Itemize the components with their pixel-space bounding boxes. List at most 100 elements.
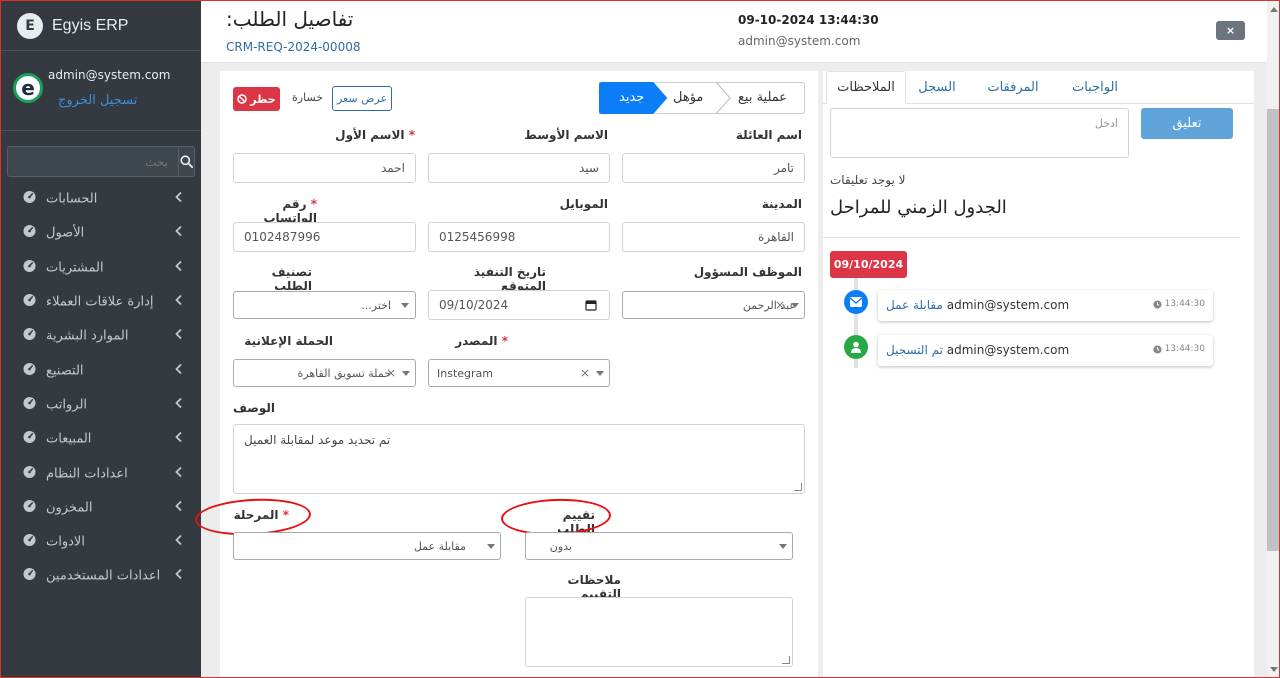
chevron-left-icon — [175, 534, 182, 550]
mobile-input[interactable]: 0125456998 — [428, 222, 610, 252]
scroll-up-arrow[interactable] — [1267, 3, 1279, 15]
comment-button[interactable]: تعليق — [1141, 108, 1233, 139]
source-select[interactable]: Instegram × — [428, 359, 610, 387]
sidebar-item[interactable]: الادوات — [1, 525, 201, 559]
rating-value: بدون — [549, 539, 572, 553]
sidebar-item-label: الموارد البشرية — [46, 328, 129, 344]
timeline-link[interactable]: مقابلة عمل — [886, 298, 943, 312]
whatsapp-input[interactable]: 0102487996 — [233, 222, 416, 252]
clock-icon — [1153, 299, 1162, 309]
sidebar-item[interactable]: الرواتب — [1, 388, 201, 422]
classification-value: اختر... — [361, 298, 391, 312]
sidebar-item[interactable]: المبيعات — [1, 422, 201, 456]
block-label: حظر — [250, 92, 276, 106]
close-button[interactable]: × — [1216, 21, 1245, 40]
sidebar-item[interactable]: المشتريات — [1, 251, 201, 285]
chevron-left-icon — [175, 260, 182, 275]
stage-select[interactable]: مقابلة عمل — [233, 532, 501, 560]
stage-sale[interactable]: عملية بيع — [738, 90, 787, 105]
timeline-user: admin@system.com — [946, 343, 1070, 357]
loss-button[interactable]: خسارة — [292, 91, 323, 104]
search-input[interactable] — [7, 146, 179, 177]
scrollbar-thumb[interactable] — [1267, 109, 1279, 551]
family-name-input[interactable]: تامر — [622, 153, 805, 183]
app-window: E Egyis ERP e admin@system.com تسجيل الخ… — [0, 0, 1280, 678]
chevron-down-icon — [487, 544, 495, 549]
rating-select[interactable]: بدون — [525, 532, 793, 560]
dashboard-icon — [23, 534, 36, 551]
clear-icon[interactable]: × — [580, 366, 590, 380]
rating-notes-textarea[interactable] — [525, 597, 793, 667]
resize-handle[interactable] — [782, 656, 790, 664]
sidebar-item-label: اعدادات النظام — [46, 466, 128, 482]
expected-date-label: تاريخ التنفيذ المتوقع — [473, 265, 546, 293]
timeline-time: 13:44:30 — [1153, 344, 1205, 354]
sidebar-item[interactable]: الأصول — [1, 216, 201, 250]
brand-name: Egyis ERP — [52, 16, 129, 34]
expected-date-input[interactable]: 09/10/2024 — [428, 290, 610, 320]
divider — [823, 237, 1240, 238]
sidebar-item[interactable]: اعدادات المستخدمين — [1, 559, 201, 593]
user-email: admin@system.com — [48, 68, 171, 82]
dashboard-icon — [23, 568, 36, 585]
clear-icon[interactable]: × — [386, 366, 396, 380]
city-input[interactable]: القاهرة — [622, 222, 805, 252]
first-name-label: * الاسم الأول — [335, 128, 415, 142]
comment-input[interactable]: ادخل — [830, 108, 1129, 158]
first-name-input[interactable]: احمد — [233, 153, 416, 183]
sidebar-item[interactable]: الموارد البشرية — [1, 319, 201, 353]
scroll-down-arrow[interactable] — [1267, 663, 1279, 675]
tab-tasks[interactable]: الواجبات — [1051, 71, 1139, 104]
user-panel: e admin@system.com تسجيل الخروج — [1, 51, 201, 131]
sidebar-item[interactable]: المخزون — [1, 491, 201, 525]
sidebar-item[interactable]: الحسابات — [1, 182, 201, 216]
whatsapp-label: * رقم الواتساب — [263, 197, 317, 225]
calendar-icon[interactable] — [585, 299, 597, 311]
sidebar-item[interactable]: إدارة علاقات العملاء — [1, 285, 201, 319]
employee-select[interactable]: عبد الرحمن × — [622, 291, 805, 319]
timeline-link[interactable]: تم التسجيل — [886, 343, 943, 357]
classification-select[interactable]: اختر... — [233, 291, 416, 319]
campaign-select[interactable]: حملة تسويق القاهرة × — [233, 359, 416, 387]
chevron-left-icon — [175, 397, 182, 412]
middle-name-input[interactable]: سيد — [428, 153, 610, 183]
sidebar-item-label: الرواتب — [46, 397, 88, 413]
quote-button[interactable]: عرض سعر — [332, 86, 392, 111]
clear-icon[interactable]: × — [775, 298, 785, 312]
city-label: المدينة — [761, 197, 802, 211]
dashboard-icon — [23, 499, 36, 516]
sidebar-item-label: المبيعات — [46, 431, 92, 447]
search-button[interactable] — [179, 146, 195, 177]
timeline-text: مقابلة عمل admin@system.com — [886, 298, 1069, 312]
ban-icon — [237, 94, 247, 104]
sidebar-item-label: التصنيع — [46, 363, 84, 379]
logout-link[interactable]: تسجيل الخروج — [58, 93, 137, 108]
search-icon — [180, 155, 193, 168]
stage-new[interactable]: جديد — [619, 90, 644, 105]
source-label: * المصدر — [455, 334, 508, 348]
clock-icon — [1153, 344, 1162, 354]
dashboard-icon — [23, 362, 36, 379]
description-textarea[interactable]: تم تحديد موعد لمقابلة العميل — [233, 424, 805, 494]
resize-handle[interactable] — [794, 483, 802, 491]
dashboard-icon — [23, 465, 36, 482]
description-value: تم تحديد موعد لمقابلة العميل — [244, 433, 391, 447]
dashboard-icon — [23, 431, 36, 448]
dashboard-icon — [23, 396, 36, 413]
sidebar-nav: الحسابات الأصول المشتريات إدارة علاقات العم… — [1, 182, 201, 594]
sidebar-item[interactable]: التصنيع — [1, 353, 201, 387]
middle-name-label: الاسم الأوسط — [524, 128, 608, 142]
tab-notes[interactable]: الملاحظات — [826, 71, 906, 104]
chevron-left-icon — [175, 466, 182, 481]
request-number[interactable]: CRM-REQ-2024-00008 — [226, 40, 360, 54]
tab-log[interactable]: السجل — [911, 71, 963, 104]
tab-attachments[interactable]: المرفقات — [973, 71, 1053, 104]
no-comments-text: لا يوجد تعليقات — [830, 173, 906, 187]
timeline-time: 13:44:30 — [1153, 299, 1205, 309]
sidebar-item[interactable]: اعدادات النظام — [1, 456, 201, 490]
sidebar: E Egyis ERP e admin@system.com تسجيل الخ… — [1, 1, 201, 677]
brand[interactable]: E Egyis ERP — [1, 1, 201, 51]
timeline-item: تم التسجيل admin@system.com 13:44:30 — [878, 335, 1213, 366]
stage-qualified[interactable]: مؤهل — [673, 90, 703, 105]
block-button[interactable]: حظر — [233, 87, 280, 111]
